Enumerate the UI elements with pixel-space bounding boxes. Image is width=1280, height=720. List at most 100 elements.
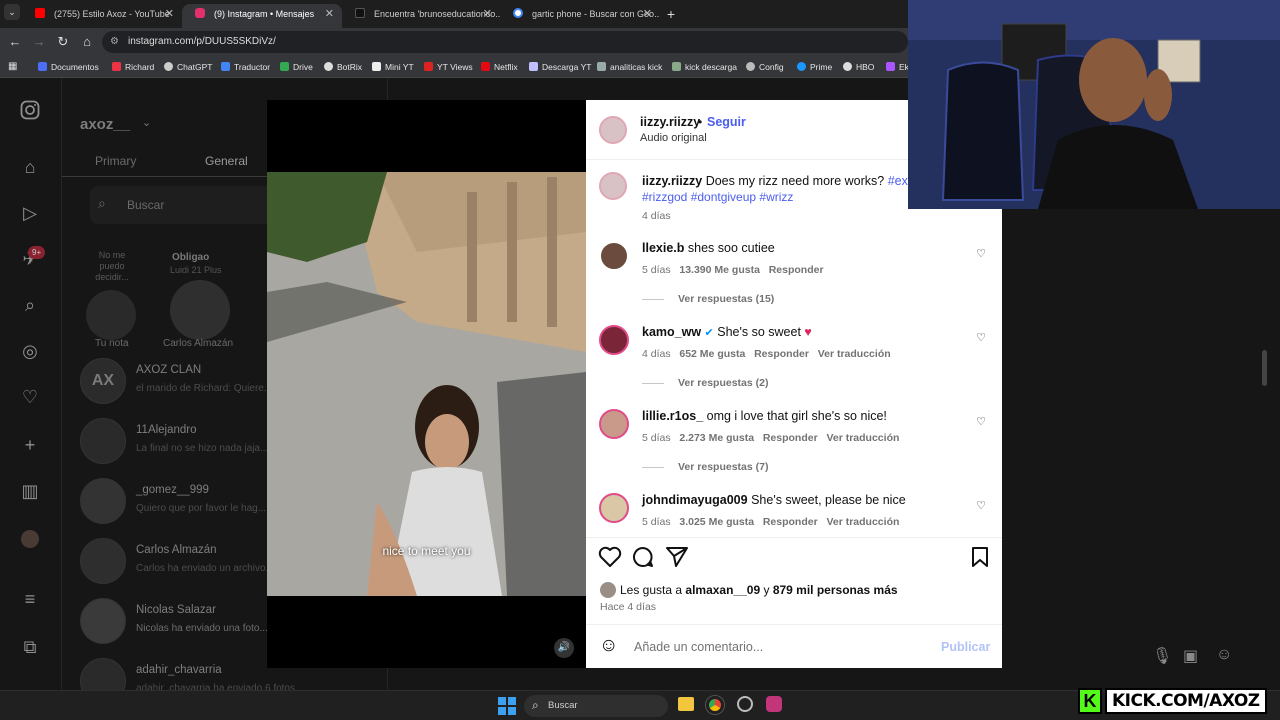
bookmark-richard[interactable]: Richard	[112, 56, 154, 78]
tab-tiktok[interactable]: Encuentra 'brunoseducationco... ✕	[342, 4, 500, 28]
bookmark-documentos[interactable]: Documentos	[38, 56, 99, 78]
bookmark-drive[interactable]: Drive	[280, 56, 313, 78]
comment-username[interactable]: llexie.b	[642, 241, 684, 255]
reply-button[interactable]: Responder	[763, 516, 818, 528]
new-tab-icon[interactable]: +	[662, 5, 680, 23]
bookmark-botrix[interactable]: BotRix	[324, 56, 362, 78]
bookmark-config[interactable]: Config	[746, 56, 784, 78]
author-username[interactable]: iizzy.riizzy	[640, 115, 700, 129]
share-icon[interactable]	[666, 547, 688, 570]
my-note-avatar[interactable]	[86, 290, 136, 340]
avatar[interactable]	[599, 409, 629, 439]
liker-avatar[interactable]	[600, 582, 616, 598]
likes-count[interactable]: 879 mil personas más	[773, 583, 898, 597]
avatar[interactable]	[599, 241, 629, 271]
caption-username[interactable]: iizzy.riizzy	[642, 174, 702, 188]
bookmark-traductor[interactable]: Traductor	[221, 56, 270, 78]
note-avatar[interactable]	[170, 280, 230, 340]
heart-icon[interactable]: ♡	[19, 386, 41, 408]
create-icon[interactable]: +	[19, 434, 41, 456]
site-info-icon[interactable]: ⚙	[110, 31, 119, 53]
avatar[interactable]	[599, 493, 629, 523]
file-explorer-icon[interactable]	[678, 697, 694, 711]
home-icon[interactable]: ⌂	[78, 33, 96, 51]
audio-label[interactable]: Audio original	[640, 132, 707, 144]
like-icon[interactable]	[598, 546, 622, 571]
comment-username[interactable]: kamo_ww	[642, 325, 701, 339]
search-icon[interactable]: ⌕	[19, 294, 41, 316]
comment-icon[interactable]	[632, 546, 654, 571]
emoji-icon[interactable]: ☺	[599, 636, 618, 656]
reply-button[interactable]: Responder	[769, 264, 824, 276]
bookmark-analiticas-kick[interactable]: analiticas kick	[597, 56, 662, 78]
comment-likes[interactable]: 2.273 Me gusta	[679, 432, 754, 444]
translate-button[interactable]: Ver traducción	[826, 432, 899, 444]
windows-start-icon[interactable]	[498, 697, 516, 715]
more-icon[interactable]: ⧉	[19, 636, 41, 658]
comment-input[interactable]: Añade un comentario...	[634, 640, 763, 654]
app-icon[interactable]	[766, 696, 782, 712]
menu-icon[interactable]: ≡	[19, 588, 41, 610]
forward-icon[interactable]: →	[30, 33, 48, 51]
comment-likes[interactable]: 652 Me gusta	[679, 348, 745, 360]
avatar[interactable]	[599, 325, 629, 355]
tab-general[interactable]: General	[205, 154, 248, 168]
note-bubble[interactable]: No me puedo decidir...	[86, 250, 138, 288]
reply-button[interactable]: Responder	[754, 348, 809, 360]
author-avatar[interactable]	[599, 172, 627, 200]
close-icon[interactable]: ✕	[325, 4, 334, 24]
back-icon[interactable]: ←	[6, 33, 24, 51]
author-avatar[interactable]	[599, 116, 627, 144]
likes-user[interactable]: almaxan__09	[685, 583, 760, 597]
publish-button[interactable]: Publicar	[941, 640, 990, 654]
apps-grid-icon[interactable]: ▦	[8, 61, 19, 72]
microphone-icon[interactable]: 🎙	[1152, 646, 1172, 666]
sticker-icon[interactable]: ☺	[1216, 646, 1232, 664]
taskbar-search-input[interactable]: ⌕ Buscar	[524, 695, 668, 717]
app-icon[interactable]	[737, 696, 753, 712]
view-replies-button[interactable]: Ver respuestas (2)	[642, 377, 768, 389]
bookmark-yt-views[interactable]: YT Views	[424, 56, 473, 78]
bookmark-netflix[interactable]: Netflix	[481, 56, 518, 78]
bookmark-descarga-yt[interactable]: Descarga YT	[529, 56, 591, 78]
reel-video-player[interactable]: nice to meet you 🔊	[267, 100, 586, 668]
bookmark-hbo[interactable]: HBO	[843, 56, 874, 78]
home-icon[interactable]: ⌂	[19, 156, 41, 178]
bookmark-mini-yt[interactable]: Mini YT	[372, 56, 414, 78]
view-replies-button[interactable]: Ver respuestas (15)	[642, 293, 774, 305]
bookmark-chatgpt[interactable]: ChatGPT	[164, 56, 212, 78]
note-bubble-text[interactable]: Obligao	[172, 252, 209, 263]
explore-icon[interactable]: ◎	[19, 340, 41, 362]
close-icon[interactable]: ✕	[643, 4, 652, 24]
bookmark-ek[interactable]: Ek	[886, 56, 909, 78]
reply-button[interactable]: Responder	[763, 432, 818, 444]
save-bookmark-icon[interactable]	[971, 547, 989, 570]
like-comment-icon[interactable]: ♡	[976, 331, 986, 344]
account-name[interactable]: axoz__	[80, 116, 130, 133]
translate-button[interactable]: Ver traducción	[826, 516, 899, 528]
chrome-icon[interactable]	[706, 696, 724, 714]
instagram-logo-icon[interactable]	[19, 100, 41, 122]
profile-avatar[interactable]	[21, 530, 39, 548]
comment-username[interactable]: johndimayuga009	[642, 493, 748, 507]
tab-youtube[interactable]: (2755) Estilo Axoz - YouTube ✕	[22, 4, 182, 28]
tab-instagram[interactable]: (9) Instagram • Mensajes ✕	[182, 4, 342, 28]
comment-likes[interactable]: 3.025 Me gusta	[679, 516, 754, 528]
bookmark-prime[interactable]: Prime	[797, 56, 832, 78]
url-input[interactable]: ⚙ instagram.com/p/DUUS5SKDiVz/	[102, 31, 908, 53]
follow-button[interactable]: Seguir	[707, 115, 746, 129]
close-icon[interactable]: ✕	[165, 4, 174, 24]
caption-hashtags[interactable]: #rizzgod #dontgiveup #wrizz	[642, 190, 793, 204]
like-comment-icon[interactable]: ♡	[976, 415, 986, 428]
tab-search-icon[interactable]: ⌄	[4, 4, 20, 20]
image-icon[interactable]: ▣	[1183, 646, 1198, 666]
chevron-down-icon[interactable]: ⌄	[142, 116, 151, 129]
bookmark-kick-descarga[interactable]: kick descarga	[672, 56, 737, 78]
view-replies-button[interactable]: Ver respuestas (7)	[642, 461, 768, 473]
reels-icon[interactable]: ▷	[19, 202, 41, 224]
volume-icon[interactable]: 🔊	[554, 638, 574, 658]
reload-icon[interactable]: ↻	[54, 33, 72, 51]
tab-primary[interactable]: Primary	[95, 154, 136, 168]
comment-username[interactable]: lillie.r1os_	[642, 409, 703, 423]
translate-button[interactable]: Ver traducción	[818, 348, 891, 360]
